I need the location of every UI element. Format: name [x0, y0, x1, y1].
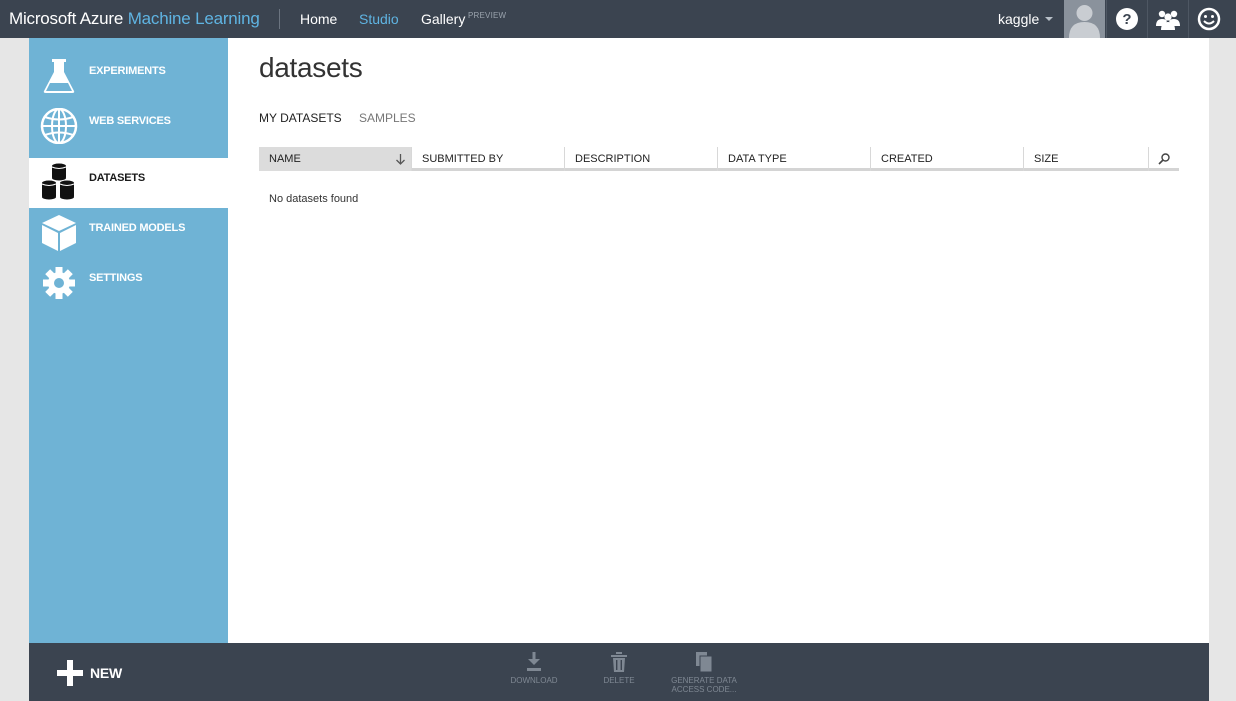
sidebar-item-label: EXPERIMENTS — [89, 65, 166, 77]
column-header-label: SIZE — [1034, 153, 1059, 165]
chevron-down-icon[interactable] — [1045, 17, 1053, 21]
brand-text-machine-learning: Machine Learning — [127, 9, 260, 28]
column-header-description[interactable]: DESCRIPTION — [565, 147, 718, 171]
main-panel: datasets MY DATASETS SAMPLES NAME SUBMIT… — [228, 38, 1209, 643]
smiley-icon — [1197, 7, 1221, 31]
column-header-submitted-by[interactable]: SUBMITTED BY — [412, 147, 565, 171]
download-label: DOWNLOAD — [510, 676, 558, 685]
generate-label-line2: ACCESS CODE... — [671, 685, 737, 694]
column-header-label: DESCRIPTION — [575, 153, 651, 165]
column-header-label: NAME — [269, 153, 301, 165]
table-header: NAME SUBMITTED BY DESCRIPTION DATA TYPE … — [259, 147, 1179, 171]
gear-icon — [43, 267, 75, 299]
command-bar: NEW DOWNLOAD DELETE GENERATE DATA ACCESS… — [29, 643, 1209, 701]
sidebar-item-trained-models[interactable]: TRAINED MODELS — [29, 208, 228, 258]
tab-samples[interactable]: SAMPLES — [359, 111, 416, 125]
sidebar-item-label: DATASETS — [89, 172, 146, 184]
nav-home[interactable]: Home — [300, 11, 337, 27]
feedback-button[interactable] — [1188, 0, 1229, 38]
table-search-button[interactable] — [1149, 147, 1179, 171]
delete-button[interactable]: DELETE — [599, 652, 639, 685]
community-button[interactable] — [1147, 0, 1188, 38]
sidebar: EXPERIMENTS WEB SERVICES DATASETS TRAINE… — [29, 38, 228, 643]
search-icon — [1158, 153, 1170, 165]
sidebar-item-label: WEB SERVICES — [89, 115, 171, 127]
download-icon — [527, 652, 541, 671]
nav-gallery[interactable]: Gallery — [421, 11, 465, 27]
cube-icon — [42, 215, 76, 251]
generate-label-line1: GENERATE DATA — [671, 676, 737, 685]
sidebar-item-settings[interactable]: SETTINGS — [29, 258, 228, 308]
download-button[interactable]: DOWNLOAD — [506, 652, 562, 685]
empty-state-message: No datasets found — [269, 193, 359, 205]
column-header-size[interactable]: SIZE — [1024, 147, 1149, 171]
database-icon — [41, 163, 75, 200]
new-button[interactable]: NEW — [57, 660, 147, 686]
help-button[interactable]: ? — [1106, 0, 1147, 38]
plus-icon — [57, 660, 83, 686]
generate-data-access-code-button[interactable]: GENERATE DATA ACCESS CODE... — [664, 652, 744, 694]
page-title: datasets — [259, 52, 363, 83]
sort-descending-icon — [396, 154, 405, 165]
column-header-name[interactable]: NAME — [259, 147, 412, 171]
sidebar-item-experiments[interactable]: EXPERIMENTS — [29, 51, 228, 101]
tab-my-datasets[interactable]: MY DATASETS — [259, 111, 342, 125]
column-header-label: SUBMITTED BY — [422, 153, 504, 165]
brand-text-microsoft-azure: Microsoft Azure — [9, 9, 124, 28]
brand-logo[interactable]: Microsoft Azure Machine Learning — [9, 9, 260, 29]
avatar[interactable] — [1064, 0, 1105, 38]
sidebar-item-web-services[interactable]: WEB SERVICES — [29, 101, 228, 151]
people-icon — [1156, 10, 1180, 30]
help-icon: ? — [1116, 8, 1138, 30]
globe-icon — [40, 108, 78, 144]
svg-text:?: ? — [1122, 11, 1131, 28]
column-header-created[interactable]: CREATED — [871, 147, 1024, 171]
sidebar-item-datasets[interactable]: DATASETS — [29, 158, 228, 208]
top-bar: Microsoft Azure Machine Learning Home St… — [0, 0, 1236, 38]
header-divider — [279, 9, 280, 29]
flask-icon — [43, 59, 75, 93]
user-menu[interactable]: kaggle — [998, 11, 1039, 27]
sidebar-item-label: SETTINGS — [89, 272, 143, 284]
sidebar-item-label: TRAINED MODELS — [89, 222, 186, 234]
new-button-label: NEW — [90, 665, 123, 681]
nav-studio[interactable]: Studio — [359, 11, 399, 27]
gallery-preview-badge: PREVIEW — [468, 11, 507, 20]
copy-icon — [696, 652, 713, 672]
column-header-label: CREATED — [881, 153, 933, 165]
column-header-label: DATA TYPE — [728, 153, 787, 165]
user-silhouette-icon — [1069, 5, 1100, 38]
delete-label: DELETE — [603, 676, 635, 685]
trash-icon — [611, 652, 627, 672]
column-header-data-type[interactable]: DATA TYPE — [718, 147, 871, 171]
